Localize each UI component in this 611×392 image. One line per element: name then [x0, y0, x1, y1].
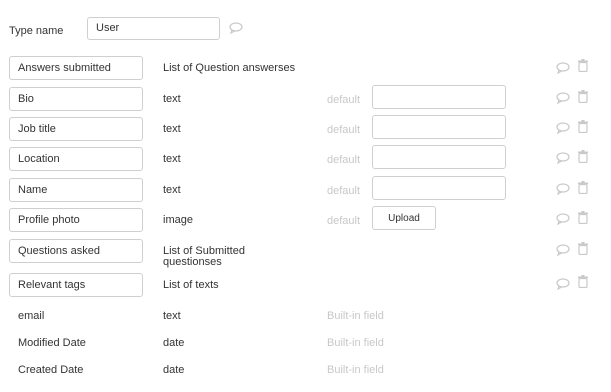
comment-bubble-icon[interactable] [556, 152, 570, 164]
trash-icon[interactable] [577, 90, 589, 103]
builtin-field-type: date [163, 364, 185, 376]
trash-icon[interactable] [577, 150, 589, 163]
field-row: Relevant tags List of texts [0, 273, 611, 303]
default-value-input[interactable] [372, 145, 506, 169]
comment-bubble-icon[interactable] [556, 62, 570, 74]
builtin-field-note: Built-in field [327, 310, 384, 322]
builtin-field-type: text [163, 310, 181, 322]
field-name-input[interactable]: Profile photo [9, 208, 143, 232]
field-row: Questions asked List of Submitted questi… [0, 239, 611, 269]
field-type: text [163, 153, 181, 165]
default-value-input[interactable] [372, 85, 506, 109]
upload-button[interactable]: Upload [372, 206, 436, 230]
builtin-field-name: email [18, 310, 45, 322]
field-name-input[interactable]: Job title [9, 117, 143, 141]
default-label: default [327, 215, 361, 227]
builtin-field-type: date [163, 337, 185, 349]
field-name-input[interactable]: Bio [9, 87, 143, 111]
comment-bubble-icon[interactable] [556, 278, 570, 290]
builtin-field-row: Created Date date Built-in field [0, 360, 611, 390]
field-type: List of Question answerses [163, 62, 296, 74]
type-name-label: Type name [9, 25, 64, 37]
comment-bubble-icon[interactable] [556, 92, 570, 104]
trash-icon[interactable] [577, 181, 589, 194]
trash-icon[interactable] [577, 242, 589, 255]
default-label: default [327, 185, 361, 197]
default-label: default [327, 94, 361, 106]
comment-bubble-icon[interactable] [556, 244, 570, 256]
field-row: Job title text default [0, 115, 611, 147]
field-name-input[interactable]: Questions asked [9, 239, 143, 263]
field-type-line2: questionses [163, 256, 222, 268]
field-type: text [163, 184, 181, 196]
field-row: Bio text default [0, 85, 611, 117]
trash-icon[interactable] [577, 59, 589, 72]
field-name-input[interactable]: Location [9, 147, 143, 171]
builtin-field-name: Created Date [18, 364, 84, 376]
comment-bubble-icon[interactable] [556, 213, 570, 225]
field-name-input[interactable]: Relevant tags [9, 273, 143, 297]
default-value-input[interactable] [372, 176, 506, 200]
default-value-input[interactable] [372, 115, 506, 139]
field-row: Location text default [0, 145, 611, 177]
field-row: Name text default [0, 176, 611, 208]
type-name-input[interactable]: User [87, 17, 220, 40]
field-name-input[interactable]: Name [9, 178, 143, 202]
trash-icon[interactable] [577, 120, 589, 133]
field-row: Profile photo image default Upload [0, 206, 611, 238]
trash-icon[interactable] [577, 275, 589, 288]
default-label: default [327, 124, 361, 136]
builtin-field-note: Built-in field [327, 364, 384, 376]
default-label: default [327, 154, 361, 166]
field-row: Answers submitted List of Question answe… [0, 56, 611, 86]
builtin-field-name: Modified Date [18, 337, 86, 349]
trash-icon[interactable] [577, 211, 589, 224]
builtin-field-row: Modified Date date Built-in field [0, 333, 611, 363]
field-type: image [163, 214, 193, 226]
comment-bubble-icon[interactable] [229, 22, 243, 34]
field-name-input[interactable]: Answers submitted [9, 56, 143, 80]
comment-bubble-icon[interactable] [556, 183, 570, 195]
comment-bubble-icon[interactable] [556, 122, 570, 134]
builtin-field-note: Built-in field [327, 337, 384, 349]
field-type: text [163, 93, 181, 105]
builtin-field-row: email text Built-in field [0, 306, 611, 336]
field-type: text [163, 123, 181, 135]
field-type: List of texts [163, 279, 219, 291]
